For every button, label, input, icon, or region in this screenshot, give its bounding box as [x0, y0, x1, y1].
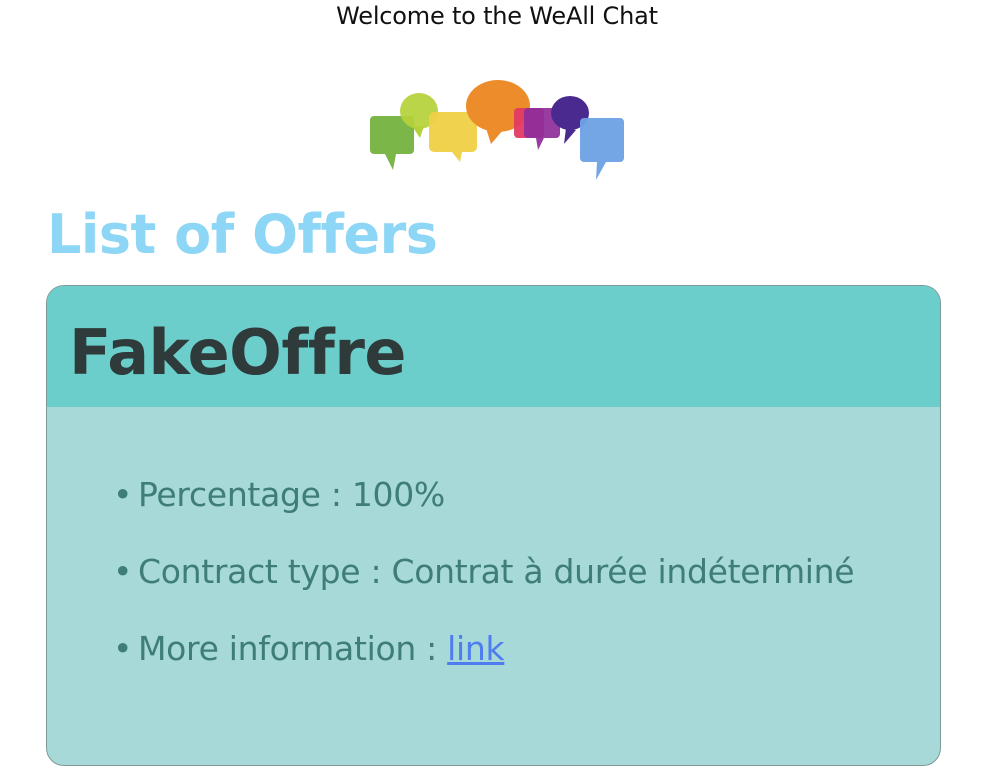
contract-type-label: Contract type : — [138, 552, 392, 591]
offer-card: FakeOffre • Percentage : 100% • Contract t… — [46, 285, 941, 766]
bullet-icon: • — [113, 552, 133, 591]
welcome-text: Welcome to the WeAll Chat — [336, 2, 658, 30]
list-item: • Contract type : Contrat à durée indéter… — [113, 552, 855, 630]
percentage-value: 100% — [351, 475, 445, 514]
bullet-icon: • — [113, 629, 133, 668]
page-title: List of Offers — [47, 203, 438, 266]
bullet-icon: • — [113, 475, 133, 514]
more-info-label: More information : — [138, 629, 448, 668]
offer-title: FakeOffre — [69, 316, 406, 389]
percentage-label: Percentage : — [138, 475, 352, 514]
more-info-link[interactable]: link — [447, 629, 504, 668]
list-item: • Percentage : 100% — [113, 476, 854, 553]
offer-details-list: • Percentage : 100% • Contract type : Cont… — [113, 476, 855, 707]
speech-bubbles-logo-icon — [370, 80, 624, 180]
contract-type-value: Contrat à durée indéterminé — [391, 552, 855, 591]
list-item: • More information : link — [113, 630, 854, 707]
offer-card-header: FakeOffre — [47, 286, 940, 407]
